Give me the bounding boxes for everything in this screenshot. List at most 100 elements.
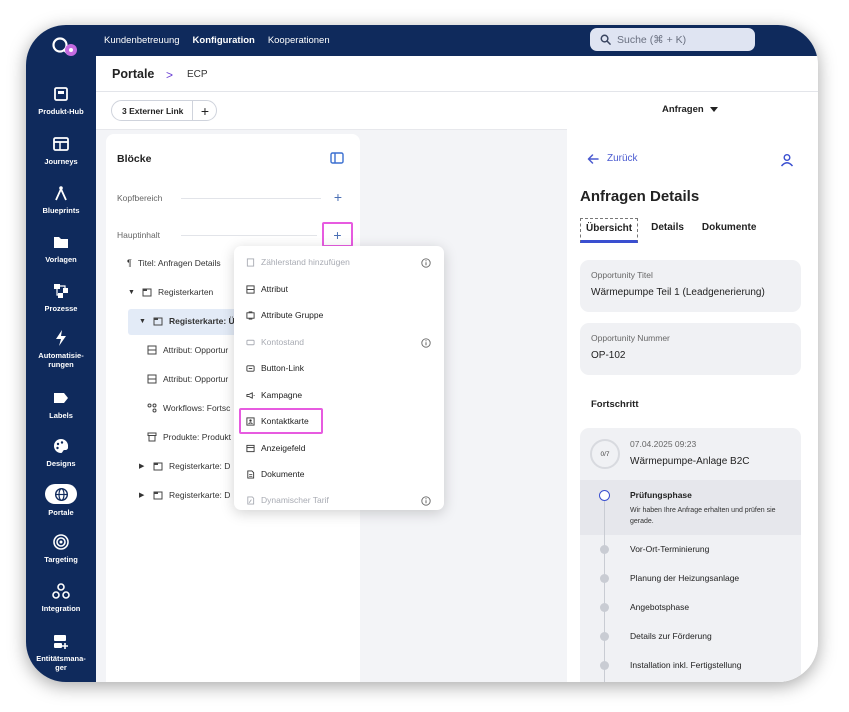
attribute-icon (147, 374, 157, 384)
user-icon[interactable] (780, 153, 794, 167)
menu-item-zaehlerstand: Zählerstand hinzufügen (246, 257, 350, 267)
toolbar: 3 Externer Link + Anfragen (96, 92, 818, 130)
caret-down-icon[interactable]: ▼ (128, 289, 136, 296)
breadcrumb-portale[interactable]: Portale (112, 67, 154, 81)
tree-item-label: Registerkarte: D (169, 490, 231, 500)
menu-item-label: Zählerstand hinzufügen (261, 257, 350, 267)
external-link-button[interactable]: 3 Externer Link (112, 106, 192, 116)
sidebar-item-label: Blueprints (42, 206, 80, 215)
tree-item-registerkarte-d1[interactable]: ▶ Registerkarte: D (139, 461, 230, 471)
sidebar-item-automatisierungen[interactable]: Automatisie- rungen (26, 329, 96, 369)
sidebar-item-targeting[interactable]: Targeting (26, 533, 96, 564)
add-kopfbereich-button[interactable]: + (330, 189, 346, 205)
search-box[interactable] (590, 28, 755, 51)
tree-item-attribut-2[interactable]: Attribut: Opportur (147, 374, 228, 384)
tree-item-registerkarte-uebersicht[interactable]: ▼ Registerkarte: Ü (139, 316, 235, 326)
phase-foerderung[interactable]: Details zur Förderung (630, 631, 712, 641)
attribute-icon (246, 284, 255, 294)
progress-date: 07.04.2025 09:23 (630, 439, 697, 449)
sidebar-item-vorlagen[interactable]: Vorlagen (26, 233, 96, 264)
opportunity-title-card: Opportunity Titel Wärmepumpe Teil 1 (Lea… (580, 260, 801, 312)
attribute-icon (147, 345, 157, 355)
caret-right-icon[interactable]: ▶ (139, 491, 147, 499)
sidebar-item-label: Automatisie- (38, 351, 84, 360)
document-icon (247, 469, 255, 479)
app-window: Produkt-Hub Journeys Blueprints Vorlagen… (26, 25, 818, 682)
menu-item-anzeigefeld[interactable]: Anzeigefeld (246, 443, 305, 453)
external-link-group: 3 Externer Link + (111, 100, 218, 121)
target-icon (53, 534, 69, 550)
menu-item-kampagne[interactable]: Kampagne (246, 390, 302, 400)
menu-item-label: Attribute Gruppe (261, 310, 324, 320)
phase-planung-heizungsanlage[interactable]: Planung der Heizungsanlage (630, 573, 739, 583)
back-button[interactable]: Zurück (587, 153, 638, 164)
sidebar-item-prozesse[interactable]: Prozesse (26, 282, 96, 313)
caret-down-icon[interactable]: ▼ (139, 318, 147, 325)
add-link-button[interactable]: + (192, 101, 216, 120)
timeline-dot-active (599, 490, 610, 501)
phase-angebotsphase[interactable]: Angebotsphase (630, 602, 689, 612)
info-icon[interactable] (421, 338, 431, 348)
sidebar-item-portale[interactable]: Portale (26, 484, 96, 517)
meter-icon (246, 257, 255, 267)
sidebar-item-designs[interactable]: Designs (26, 437, 96, 468)
menu-item-attribut[interactable]: Attribut (246, 284, 288, 294)
process-icon (54, 284, 68, 298)
topnav-item-kundenbetreuung[interactable]: Kundenbetreuung (104, 35, 180, 46)
panel-toggle-icon[interactable] (330, 152, 344, 164)
folder-icon (54, 237, 68, 248)
sidebar-item-blueprints[interactable]: Blueprints (26, 184, 96, 215)
menu-item-attribute-gruppe[interactable]: Attribute Gruppe (246, 310, 323, 320)
tab-uebersicht[interactable]: Übersicht (580, 218, 639, 243)
sidebar-item-entitaetsmanager[interactable]: Entitätsmana- ger (26, 632, 96, 672)
menu-item-label: Anzeigefeld (261, 443, 306, 453)
page-select-value: Anfragen (662, 104, 704, 115)
kontaktkarte-highlight (239, 408, 323, 434)
phase-installation[interactable]: Installation inkl. Fertigstellung (630, 660, 742, 670)
sidebar-item-integration[interactable]: Integration (26, 582, 96, 613)
sidebar-item-label-line2: rungen (48, 360, 74, 369)
tree-item-title[interactable]: ¶ Titel: Anfragen Details (127, 258, 221, 268)
sidebar-item-label: Journeys (44, 157, 78, 166)
tab-details[interactable]: Details (646, 218, 689, 243)
page-select-dropdown[interactable]: Anfragen (662, 104, 718, 115)
phase-vor-ort-terminierung[interactable]: Vor-Ort-Terminierung (630, 544, 709, 554)
timeline-dot (600, 545, 609, 554)
caret-right-icon[interactable]: ▶ (139, 462, 147, 470)
phase-description: Wir haben Ihre Anfrage erhalten und prüf… (630, 507, 776, 525)
add-hauptinhalt-button[interactable]: + (322, 222, 353, 247)
menu-item-button-link[interactable]: Button-Link (246, 363, 304, 373)
section-kopfbereich-label: Kopfbereich (117, 193, 163, 203)
tree-item-label: Registerkarte: Ü (169, 316, 235, 326)
tariff-icon (247, 495, 255, 505)
details-title: Anfragen Details (580, 188, 700, 205)
app-logo-icon[interactable] (50, 33, 80, 57)
info-icon[interactable] (421, 496, 431, 506)
sidebar-item-labels[interactable]: Labels (26, 389, 96, 420)
tree-item-workflows[interactable]: Workflows: Fortsc (147, 403, 230, 413)
tab-dokumente[interactable]: Dokumente (697, 218, 761, 243)
sidebar-item-journeys[interactable]: Journeys (26, 135, 96, 166)
menu-item-dokumente[interactable]: Dokumente (246, 469, 304, 479)
breadcrumb-separator: > (166, 68, 174, 82)
section-hauptinhalt-label: Hauptinhalt (117, 230, 161, 240)
lightning-icon (56, 330, 66, 346)
tab-icon (153, 462, 163, 471)
topnav-item-konfiguration[interactable]: Konfiguration (193, 35, 255, 46)
topnav-item-kooperationen[interactable]: Kooperationen (268, 35, 330, 46)
divider (181, 198, 321, 199)
search-icon (600, 34, 611, 45)
progress-card: 0/7 07.04.2025 09:23 Wärmepumpe-Anlage B… (580, 428, 801, 682)
search-input[interactable] (617, 33, 747, 46)
breadcrumb-ecp: ECP (187, 69, 208, 80)
sidebar-item-produkt-hub[interactable]: Produkt-Hub (26, 85, 96, 116)
menu-item-label: Dokumente (261, 469, 305, 479)
info-icon[interactable] (421, 258, 431, 268)
sidebar-item-label: Targeting (44, 555, 78, 564)
tree-item-produkte[interactable]: Produkte: Produkt (147, 432, 231, 442)
tab-icon (153, 491, 163, 500)
tree-item-registerkarte-d2[interactable]: ▶ Registerkarte: D (139, 490, 230, 500)
tree-item-registerkarten[interactable]: ▼ Registerkarten (128, 287, 213, 297)
tree-item-attribut-1[interactable]: Attribut: Opportur (147, 345, 228, 355)
progress-ring-label: 0/7 (600, 450, 610, 458)
